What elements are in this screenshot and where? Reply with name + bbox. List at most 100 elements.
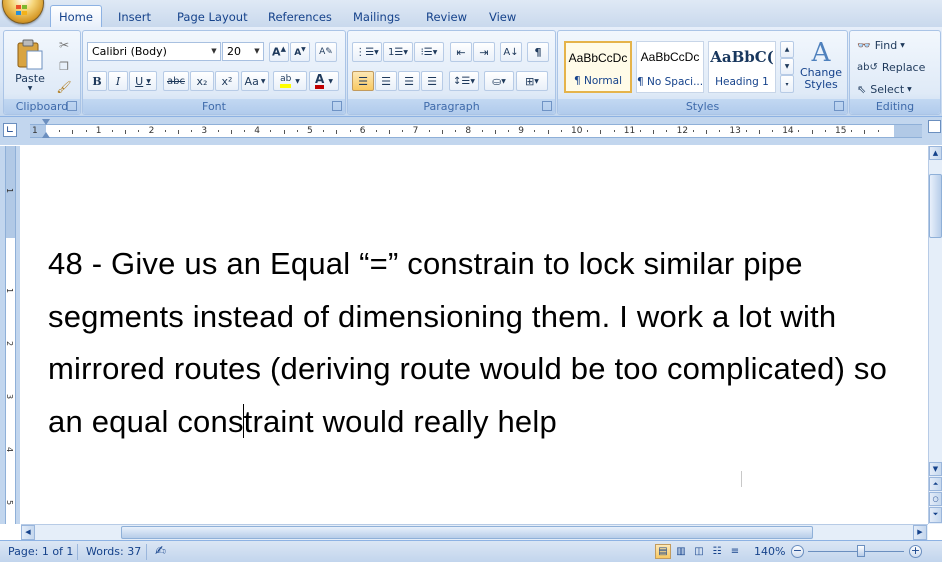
tab-selector-button[interactable]: ∟ [3,123,17,137]
find-button[interactable]: 👓 Find ▼ [856,35,934,55]
zoom-in-button[interactable]: + [909,545,922,558]
font-dialog-launcher[interactable] [332,101,342,111]
zoom-level[interactable]: 140% [754,544,785,560]
paste-button[interactable]: Paste ▼ [8,35,52,95]
document-page[interactable]: 48 - Give us an Equal “=” constrain to l… [21,146,928,524]
print-layout-view-button[interactable]: ▤ [655,544,671,559]
previous-page-button[interactable]: ⏶ [929,477,942,491]
highlight-button[interactable]: ab ▼ [273,71,307,91]
font-group-label: Font [83,99,345,114]
subscript-button[interactable]: x₂ [190,71,214,91]
shrink-font-button[interactable]: A▼ [290,42,310,62]
next-page-button[interactable]: ⏷ [929,507,942,523]
zoom-out-button[interactable]: − [791,545,804,558]
scroll-right-button[interactable]: ▶ [913,525,927,540]
editing-group: 👓 Find ▼ ab↺ Replace ⇖ Select ▼ Editing [849,30,941,115]
line-spacing-button[interactable]: ↕☰ ▼ [449,71,479,91]
show-formatting-button[interactable]: ¶ [527,42,549,62]
copy-button[interactable]: ❐ [54,56,74,76]
vertical-scrollbar[interactable]: ▲ ▼ ⏶ ○ ⏷ [928,146,942,524]
web-layout-icon: ◫ [694,546,704,557]
ruler-body[interactable]: 1 1 2 3 4 5 6 7 8 9 10 11 12 13 14 15 [30,119,922,138]
align-center-button[interactable]: ☰ [375,71,397,91]
styles-dialog-launcher[interactable] [834,101,844,111]
tab-mailings[interactable]: Mailings [345,7,408,27]
office-button[interactable] [2,0,44,24]
ruler-tick [824,130,826,132]
more-icon: ▾ [785,80,789,88]
tab-view[interactable]: View [481,7,524,27]
select-button[interactable]: ⇖ Select ▼ [856,79,934,99]
align-left-button[interactable]: ☰ [352,71,374,91]
numbering-button[interactable]: 1☰ ▼ [383,42,413,62]
scroll-left-button[interactable]: ◀ [21,525,35,540]
font-name-combo[interactable]: Calibri (Body) ▼ [87,42,221,61]
grow-font-button[interactable]: A▲ [269,42,289,62]
tab-page-layout[interactable]: Page Layout [169,7,256,27]
clear-formatting-button[interactable]: A✎ [315,42,337,62]
sort-button[interactable]: A↓ [500,42,522,62]
page-count[interactable]: Page: 1 of 1 [8,544,73,560]
tab-review[interactable]: Review [418,7,475,27]
align-right-button[interactable]: ☰ [398,71,420,91]
font-color-button[interactable]: A ▼ [309,71,339,91]
multilevel-list-button[interactable]: ⁝☰ ▼ [414,42,444,62]
horizontal-scrollbar[interactable]: ◀ ▶ [21,524,928,540]
shading-button[interactable]: ⛀ ▼ [484,71,514,91]
increase-indent-button[interactable]: ⇥ [473,42,495,62]
scroll-up-button[interactable]: ▲ [929,146,942,160]
chevron-down-icon: ▼ [254,47,260,55]
horizontal-scroll-thumb[interactable] [121,526,813,539]
chevron-down-icon: ▼ [260,77,266,85]
outline-view-button[interactable]: ☷ [709,544,725,559]
format-painter-button[interactable]: 🖌 [54,77,74,97]
superscript-button[interactable]: x² [215,71,239,91]
underline-button[interactable]: U ▼ [129,71,157,91]
style-heading-1[interactable]: AaBbC( Heading 1 [708,41,776,93]
chevron-down-icon: ▼ [432,48,438,56]
tab-references[interactable]: References [260,7,340,27]
document-paragraph[interactable]: 48 - Give us an Equal “=” constrain to l… [48,238,908,448]
clipboard-dialog-launcher[interactable] [67,101,77,111]
full-screen-reading-view-button[interactable]: ▥ [673,544,689,559]
font-name-value: Calibri (Body) [92,45,167,58]
reading-view-icon: ▥ [676,546,686,557]
ruler-number: 8 [465,126,472,136]
bullets-button[interactable]: ⋮☰ ▼ [352,42,382,62]
paragraph-dialog-launcher[interactable] [542,101,552,111]
vertical-scroll-thumb[interactable] [929,174,942,238]
tab-home[interactable]: Home [50,5,102,28]
cut-button[interactable]: ✂ [54,35,74,55]
draft-view-button[interactable]: ≡ [727,544,743,559]
justify-button[interactable]: ☰ [421,71,443,91]
style-normal[interactable]: AaBbCcDc ¶ Normal [564,41,632,93]
scroll-down-button[interactable]: ▼ [929,462,942,476]
view-ruler-button[interactable] [928,120,941,133]
style-no-spacing[interactable]: AaBbCcDc ¶ No Spaci... [636,41,704,93]
change-styles-button[interactable]: A Change Styles [798,33,844,97]
web-layout-view-button[interactable]: ◫ [691,544,707,559]
italic-button[interactable]: I [108,71,128,91]
strikethrough-button[interactable]: abc [163,71,189,91]
binoculars-icon: 👓 [857,38,871,52]
style-sample: AaBbC( [710,48,774,66]
borders-button[interactable]: ⊞ ▼ [516,71,548,91]
styles-scroll-down[interactable]: ▼ [780,58,794,75]
styles-scroll-up[interactable]: ▲ [780,41,794,58]
font-size-combo[interactable]: 20 ▼ [222,42,264,61]
bullets-icon: ⋮☰ [355,46,375,58]
ruler-number: 1 [95,126,102,136]
indent-marker-icon[interactable] [42,119,50,125]
browse-object-button[interactable]: ○ [929,492,942,506]
styles-more-button[interactable]: ▾ [780,75,794,93]
zoom-slider-thumb[interactable] [856,545,865,557]
replace-button[interactable]: ab↺ Replace [856,57,934,77]
hanging-indent-marker-icon[interactable] [42,132,50,138]
decrease-indent-button[interactable]: ⇤ [450,42,472,62]
tab-insert[interactable]: Insert [110,7,159,27]
vertical-ruler-body[interactable]: 1 1 2 3 4 5 [5,146,16,524]
word-count[interactable]: Words: 37 [86,544,141,560]
proofing-status-icon[interactable]: ✍ [155,544,166,560]
bold-button[interactable]: B [87,71,107,91]
change-case-button[interactable]: Aa ▼ [241,71,269,91]
